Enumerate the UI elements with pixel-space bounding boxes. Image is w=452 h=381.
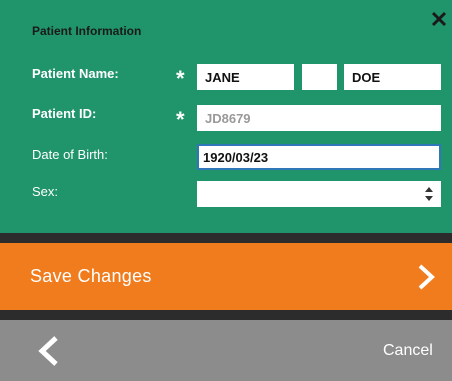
last-name-field[interactable]: DOE: [344, 64, 441, 90]
close-icon[interactable]: [429, 9, 449, 29]
patient-name-required-marker: *: [176, 66, 185, 91]
patient-name-label: Patient Name:: [32, 66, 119, 81]
bottom-bar: Cancel: [0, 320, 452, 381]
date-of-birth-field[interactable]: 1920/03/23: [197, 144, 441, 170]
divider-bottom: [0, 310, 452, 320]
middle-name-field[interactable]: [302, 64, 337, 90]
patient-info-dialog: Patient Information Patient Name: * JANE…: [0, 0, 452, 381]
save-changes-button[interactable]: Save Changes: [0, 243, 452, 310]
divider-top: [0, 233, 452, 243]
form-panel: Patient Information Patient Name: * JANE…: [0, 0, 452, 233]
chevron-right-icon: [418, 264, 435, 290]
patient-id-field[interactable]: JD8679: [197, 105, 441, 131]
sex-select[interactable]: [197, 181, 441, 207]
save-changes-label: Save Changes: [30, 266, 152, 286]
dialog-title: Patient Information: [32, 24, 142, 38]
sex-label: Sex:: [32, 184, 59, 199]
patient-id-label: Patient ID:: [32, 106, 97, 121]
date-of-birth-label: Date of Birth:: [32, 147, 108, 162]
sort-arrows-icon: [425, 187, 433, 201]
cancel-button[interactable]: Cancel: [383, 342, 433, 360]
chevron-left-icon[interactable]: [34, 334, 62, 368]
patient-id-required-marker: *: [176, 107, 185, 132]
first-name-field[interactable]: JANE: [197, 64, 294, 90]
